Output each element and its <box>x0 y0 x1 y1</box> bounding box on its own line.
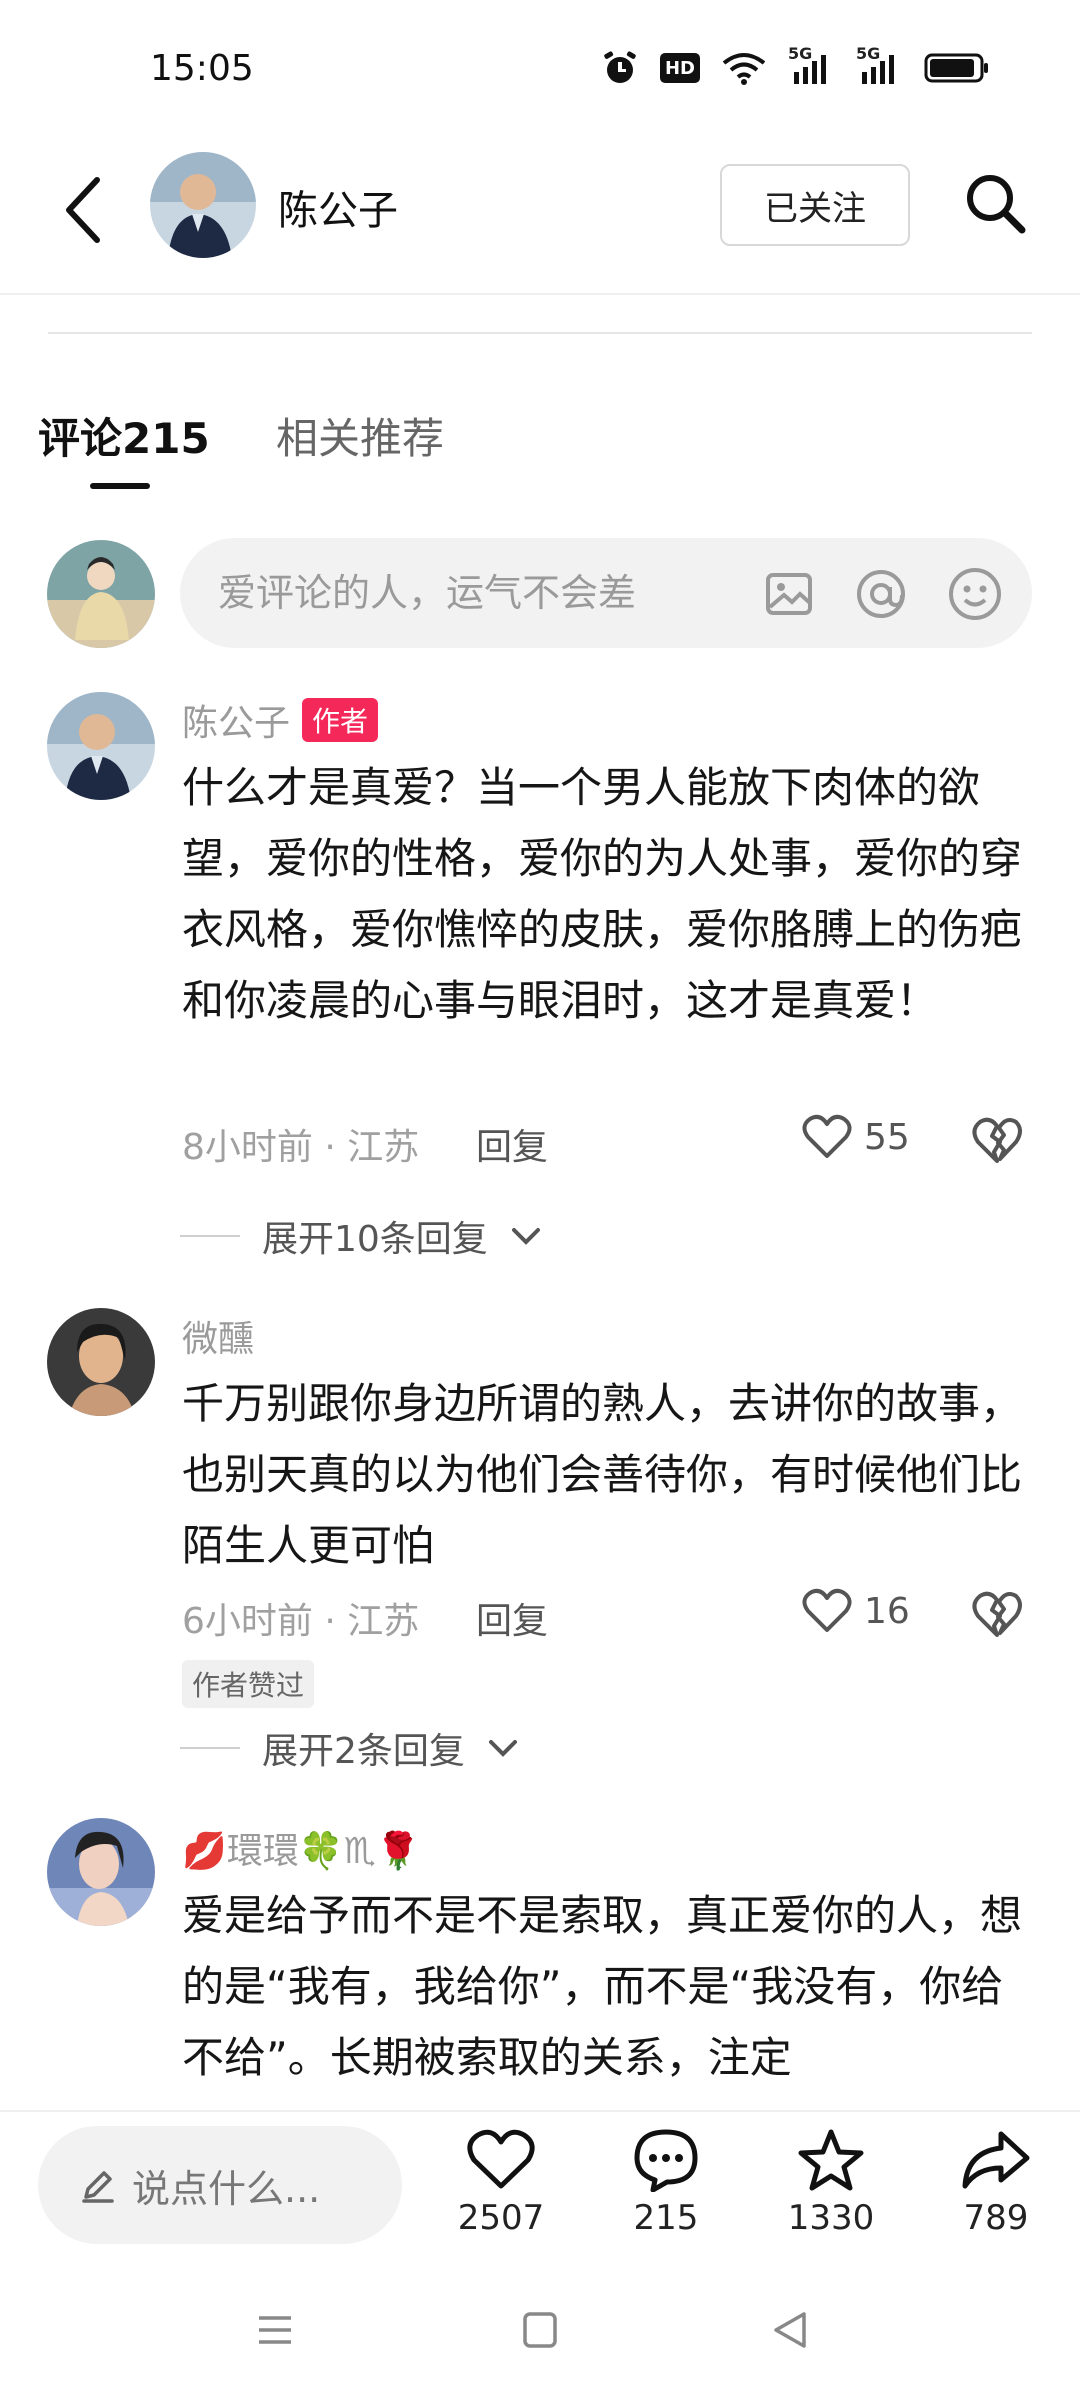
star-icon <box>798 2129 864 2191</box>
share-arrow-icon <box>962 2131 1030 2189</box>
back-nav-button[interactable] <box>760 2300 820 2360</box>
heart-icon <box>467 2129 535 2189</box>
favorite-action[interactable]: 1330 <box>771 2128 891 2238</box>
comment-avatar[interactable] <box>47 1818 155 1926</box>
comment-item: 💋環環🍀♏🌹 爱是给予而不是不是索取，真正爱你的人，想的是“我有，我给你”，而不… <box>0 0 1080 2110</box>
menu-button[interactable] <box>245 2300 305 2360</box>
like-action[interactable]: 2507 <box>441 2128 561 2238</box>
say-something-input[interactable]: 说点什么... <box>38 2126 402 2244</box>
comment-action[interactable]: 215 <box>606 2128 726 2238</box>
comment-username[interactable]: 💋環環🍀♏🌹 <box>182 1822 421 1874</box>
like-count: 2507 <box>457 2198 545 2238</box>
triangle-back-icon <box>774 2312 806 2348</box>
pencil-icon <box>82 2171 114 2203</box>
system-nav-bar <box>0 2260 1080 2400</box>
comment-count: 215 <box>633 2198 699 2238</box>
square-icon <box>523 2312 557 2348</box>
favorite-count: 1330 <box>787 2198 875 2238</box>
home-button[interactable] <box>510 2300 570 2360</box>
comment-bubble-icon <box>634 2129 698 2192</box>
share-count: 789 <box>963 2198 1029 2238</box>
share-action[interactable]: 789 <box>936 2128 1056 2238</box>
bottom-action-bar: 说点什么... 2507 215 1330 789 <box>0 2110 1080 2260</box>
say-something-placeholder[interactable]: 说点什么... <box>132 2158 320 2213</box>
comment-text: 爱是给予而不是不是索取，真正爱你的人，想的是“我有，我给你”，而不是“我没有，你… <box>182 1891 1023 2082</box>
menu-icon <box>259 2316 291 2344</box>
